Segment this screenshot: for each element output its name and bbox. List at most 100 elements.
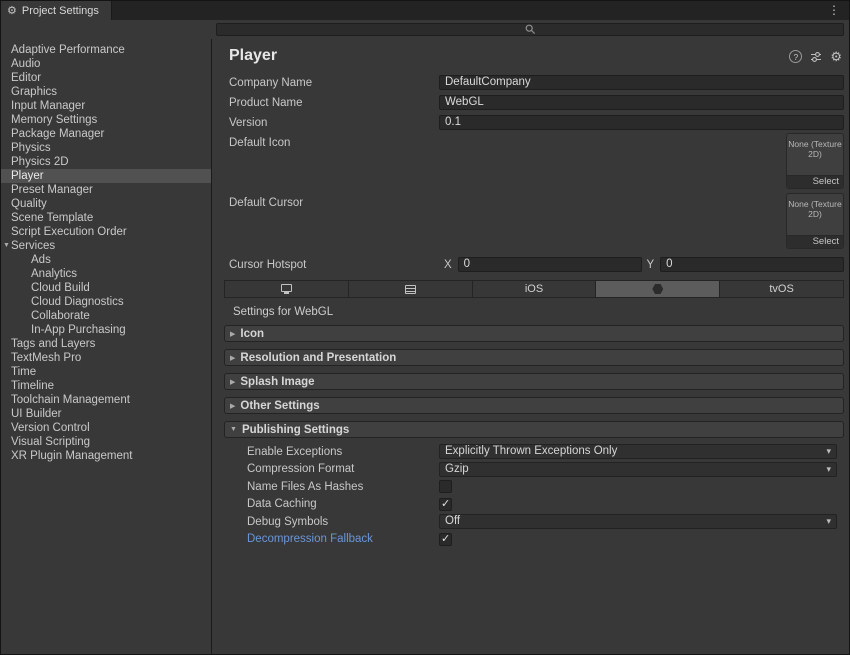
section-publishing-settings[interactable]: ▼ Publishing Settings [224,421,844,438]
sidebar-item-physics[interactable]: Physics [1,141,211,155]
section-title: Resolution and Presentation [240,352,396,364]
platform-tab-tvos[interactable]: tvOS [720,281,843,297]
setting-label: Data Caching [247,498,439,510]
sidebar-item-quality[interactable]: Quality [1,197,211,211]
version-row: Version 0.1 [229,113,844,132]
foldout-caret-icon[interactable]: ▼ [3,239,10,253]
section-title: Publishing Settings [242,424,349,436]
sidebar-item-graphics[interactable]: Graphics [1,85,211,99]
gear-icon[interactable]: ⚙ [830,50,842,63]
setting-row-compression-format: Compression FormatGzip▾ [224,461,837,479]
sidebar-item-label: Toolchain Management [11,394,130,406]
sidebar-item-time[interactable]: Time [1,365,211,379]
version-input[interactable]: 0.1 [439,115,844,130]
field-label: Company Name [229,77,439,89]
presets-icon[interactable] [810,51,822,63]
sidebar-item-preset-manager[interactable]: Preset Manager [1,183,211,197]
sidebar-item-xr-plugin-management[interactable]: XR Plugin Management [1,449,211,463]
section-other-settings[interactable]: ▶Other Settings [224,397,844,414]
sidebar-item-label: Timeline [11,380,54,392]
data-caching-checkbox[interactable]: ✓ [439,498,452,511]
sidebar-item-package-manager[interactable]: Package Manager [1,127,211,141]
sidebar-item-version-control[interactable]: Version Control [1,421,211,435]
sidebar-item-script-execution-order[interactable]: Script Execution Order [1,225,211,239]
sidebar-item-services[interactable]: ▼Services [1,239,211,253]
section-title: Icon [240,328,264,340]
field-label: Product Name [229,97,439,109]
sidebar-item-label: Script Execution Order [11,226,127,238]
sidebar-item-in-app-purchasing[interactable]: In-App Purchasing [1,323,211,337]
sidebar-item-timeline[interactable]: Timeline [1,379,211,393]
sidebar-item-label: Physics 2D [11,156,69,168]
sidebar-item-cloud-build[interactable]: Cloud Build [1,281,211,295]
chevron-down-icon: ▾ [826,516,831,527]
debug-symbols-dropdown[interactable]: Off▾ [439,514,837,529]
section-resolution-and-presentation[interactable]: ▶Resolution and Presentation [224,349,844,366]
kebab-menu-icon[interactable]: ⋮ [828,3,840,17]
default-icon-object-field[interactable]: None (Texture 2D) Select [786,133,844,189]
sidebar-item-scene-template[interactable]: Scene Template [1,211,211,225]
platform-tab-standalone[interactable] [225,281,349,297]
sidebar-item-player[interactable]: Player [1,169,211,183]
company-name-input[interactable]: DefaultCompany [439,75,844,90]
select-button[interactable]: Select [787,175,843,188]
sidebar-item-label: Services [11,240,55,252]
field-label: Version [229,117,439,129]
sidebar-item-cloud-diagnostics[interactable]: Cloud Diagnostics [1,295,211,309]
field-value: DefaultCompany [445,76,531,88]
player-settings-panel: Player ? ⚙ Company Name DefaultCompany [212,39,849,654]
sidebar-item-tags-and-layers[interactable]: Tags and Layers [1,337,211,351]
checkmark-icon: ✓ [441,532,450,545]
sidebar-item-editor[interactable]: Editor [1,71,211,85]
section-splash-image[interactable]: ▶Splash Image [224,373,844,390]
sidebar-item-input-manager[interactable]: Input Manager [1,99,211,113]
setting-label: Debug Symbols [247,516,439,528]
sidebar-item-audio[interactable]: Audio [1,57,211,71]
sidebar-item-toolchain-management[interactable]: Toolchain Management [1,393,211,407]
section-icon[interactable]: ▶Icon [224,325,844,342]
sidebar-item-physics-2d[interactable]: Physics 2D [1,155,211,169]
sidebar-item-adaptive-performance[interactable]: Adaptive Performance [1,43,211,57]
texture-none-label: None (Texture 2D) [787,134,843,175]
sidebar-item-ui-builder[interactable]: UI Builder [1,407,211,421]
foldout-caret-icon: ▼ [230,426,237,433]
name-files-as-hashes-checkbox[interactable] [439,480,452,493]
sidebar-item-visual-scripting[interactable]: Visual Scripting [1,435,211,449]
select-button[interactable]: Select [787,235,843,248]
product-name-row: Product Name WebGL [229,93,844,112]
sidebar-item-label: Cloud Diagnostics [31,296,124,308]
publishing-settings-body: Enable ExceptionsExplicitly Thrown Excep… [224,441,844,548]
decompression-fallback-checkbox[interactable]: ✓ [439,533,452,546]
sidebar-item-label: In-App Purchasing [31,324,126,336]
platform-tab-dedicated-server[interactable] [349,281,473,297]
dropdown-value: Explicitly Thrown Exceptions Only [445,445,826,458]
search-input[interactable] [216,23,844,36]
project-settings-tab[interactable]: ⚙ Project Settings [1,1,112,20]
sidebar-item-label: Tags and Layers [11,338,95,350]
platform-tab-ios[interactable]: iOS [473,281,597,297]
setting-label[interactable]: Decompression Fallback [247,533,439,545]
sidebar-item-ads[interactable]: Ads [1,253,211,267]
foldout-caret-icon: ▶ [230,402,235,410]
help-icon[interactable]: ? [789,50,802,63]
hotspot-y-input[interactable]: 0 [660,257,844,272]
platform-tab-webgl[interactable] [596,281,720,297]
compression-format-dropdown[interactable]: Gzip▾ [439,462,837,477]
setting-label: Compression Format [247,463,439,475]
field-value: 0 [464,258,470,270]
toolbar [1,20,849,39]
sidebar-item-collaborate[interactable]: Collaborate [1,309,211,323]
field-value: 0 [666,258,672,270]
hotspot-x-input[interactable]: 0 [458,257,642,272]
enable-exceptions-dropdown[interactable]: Explicitly Thrown Exceptions Only▾ [439,444,837,459]
sidebar-item-label: Analytics [31,268,77,280]
y-axis-label: Y [647,259,655,271]
sidebar-item-memory-settings[interactable]: Memory Settings [1,113,211,127]
chevron-down-icon: ▾ [826,446,831,457]
dedicated-server-icon [405,285,416,294]
default-cursor-object-field[interactable]: None (Texture 2D) Select [786,193,844,249]
product-name-input[interactable]: WebGL [439,95,844,110]
sidebar-item-textmesh-pro[interactable]: TextMesh Pro [1,351,211,365]
sidebar-item-analytics[interactable]: Analytics [1,267,211,281]
field-label: Cursor Hotspot [229,259,439,271]
